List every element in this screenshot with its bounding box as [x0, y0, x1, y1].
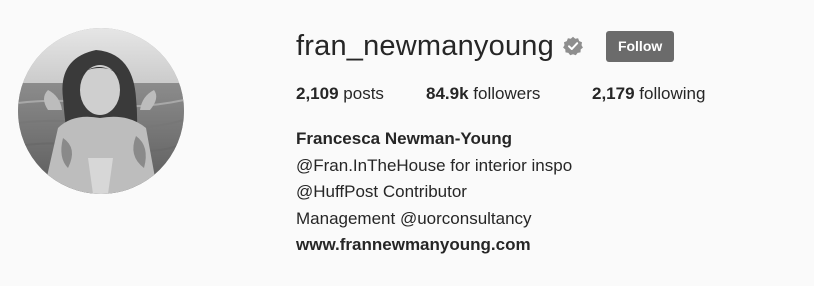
stat-posts[interactable]: 2,109 posts	[296, 84, 386, 104]
profile-full-name: Francesca Newman-Young	[296, 129, 513, 148]
profile-header: fran_newmanyoung Follow	[296, 26, 675, 66]
stat-following[interactable]: 2,179 following	[592, 84, 705, 104]
following-label: following	[639, 84, 706, 103]
posts-label: posts	[343, 84, 384, 103]
profile-username: fran_newmanyoung	[296, 29, 554, 62]
stat-followers[interactable]: 84.9k followers	[426, 84, 548, 104]
bio-line: Management @uorconsultancy	[296, 208, 532, 228]
profile-bio: Francesca Newman-Young @Fran.InTheHouse …	[296, 126, 572, 259]
verified-badge-icon	[563, 36, 583, 56]
website-link[interactable]: www.frannewmanyoung.com	[296, 235, 531, 254]
following-count: 2,179	[592, 84, 635, 103]
followers-count: 84.9k	[426, 84, 469, 103]
bio-line: @Fran.InTheHouse for interior inspo	[296, 155, 573, 175]
follow-button[interactable]: Follow	[605, 30, 675, 62]
avatar-photo	[18, 28, 184, 194]
bio-line: @HuffPost Contributor	[296, 182, 467, 201]
profile-stats: 2,109 posts 84.9k followers 2,179 follow…	[296, 84, 705, 104]
posts-count: 2,109	[296, 84, 339, 103]
profile-avatar[interactable]	[18, 28, 184, 194]
followers-label: followers	[473, 84, 541, 103]
